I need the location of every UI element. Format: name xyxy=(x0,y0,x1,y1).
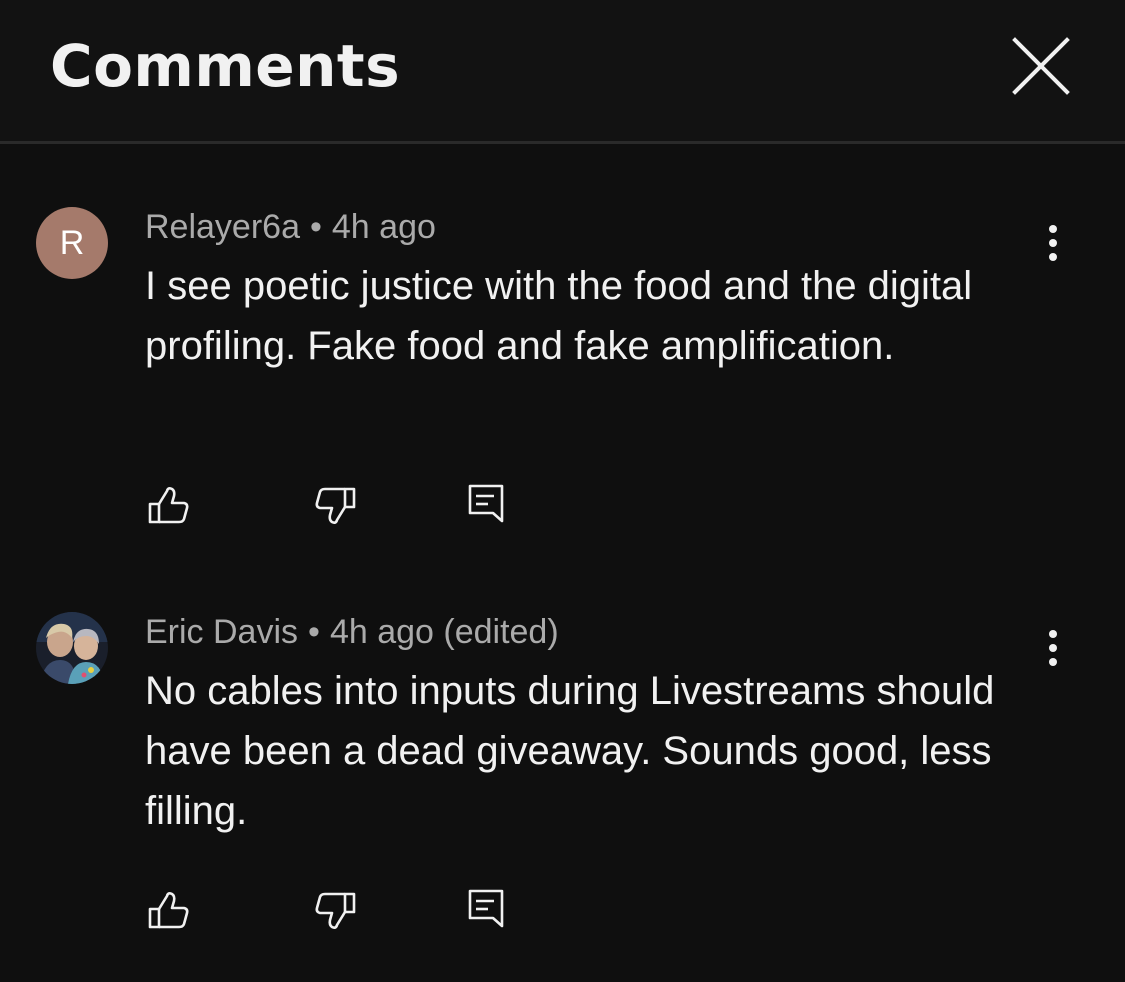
thumbs-up-icon xyxy=(148,487,189,524)
avatar-photo-image xyxy=(36,612,108,684)
page-title: Comments xyxy=(50,32,401,100)
dislike-button[interactable] xyxy=(306,880,366,940)
thumbs-down-icon xyxy=(315,487,356,524)
reply-button[interactable] xyxy=(456,880,516,940)
comment-time: 4h ago (edited) xyxy=(329,613,559,651)
more-vertical-icon xyxy=(1049,630,1057,666)
like-button[interactable] xyxy=(138,475,198,535)
more-vertical-icon xyxy=(1049,225,1057,261)
reply-button[interactable] xyxy=(456,475,516,535)
comment-time: 4h ago xyxy=(331,208,436,246)
reply-icon xyxy=(468,889,504,928)
like-button[interactable] xyxy=(138,880,198,940)
comments-header: Comments xyxy=(0,0,1125,144)
comment-meta: Relayer6a • 4h ago xyxy=(145,208,436,247)
more-options-button[interactable] xyxy=(1032,213,1074,273)
comment-author[interactable]: Relayer6a xyxy=(145,208,300,246)
comment-text: No cables into inputs during Livestreams… xyxy=(145,669,995,833)
thumbs-up-icon xyxy=(148,892,189,929)
meta-separator: • xyxy=(309,208,322,246)
more-options-button[interactable] xyxy=(1032,618,1074,678)
reply-icon xyxy=(468,484,504,523)
comment-text: I see poetic justice with the food and t… xyxy=(145,264,973,368)
meta-separator: • xyxy=(308,613,320,651)
dislike-button[interactable] xyxy=(306,475,366,535)
comment-author[interactable]: Eric Davis xyxy=(145,613,298,651)
close-icon xyxy=(1012,37,1070,95)
close-button[interactable] xyxy=(1005,30,1077,102)
thumbs-down-icon xyxy=(315,892,356,929)
comment-meta: Eric Davis • 4h ago (edited) xyxy=(145,613,559,652)
avatar[interactable] xyxy=(36,612,108,684)
avatar[interactable]: R xyxy=(36,207,108,279)
